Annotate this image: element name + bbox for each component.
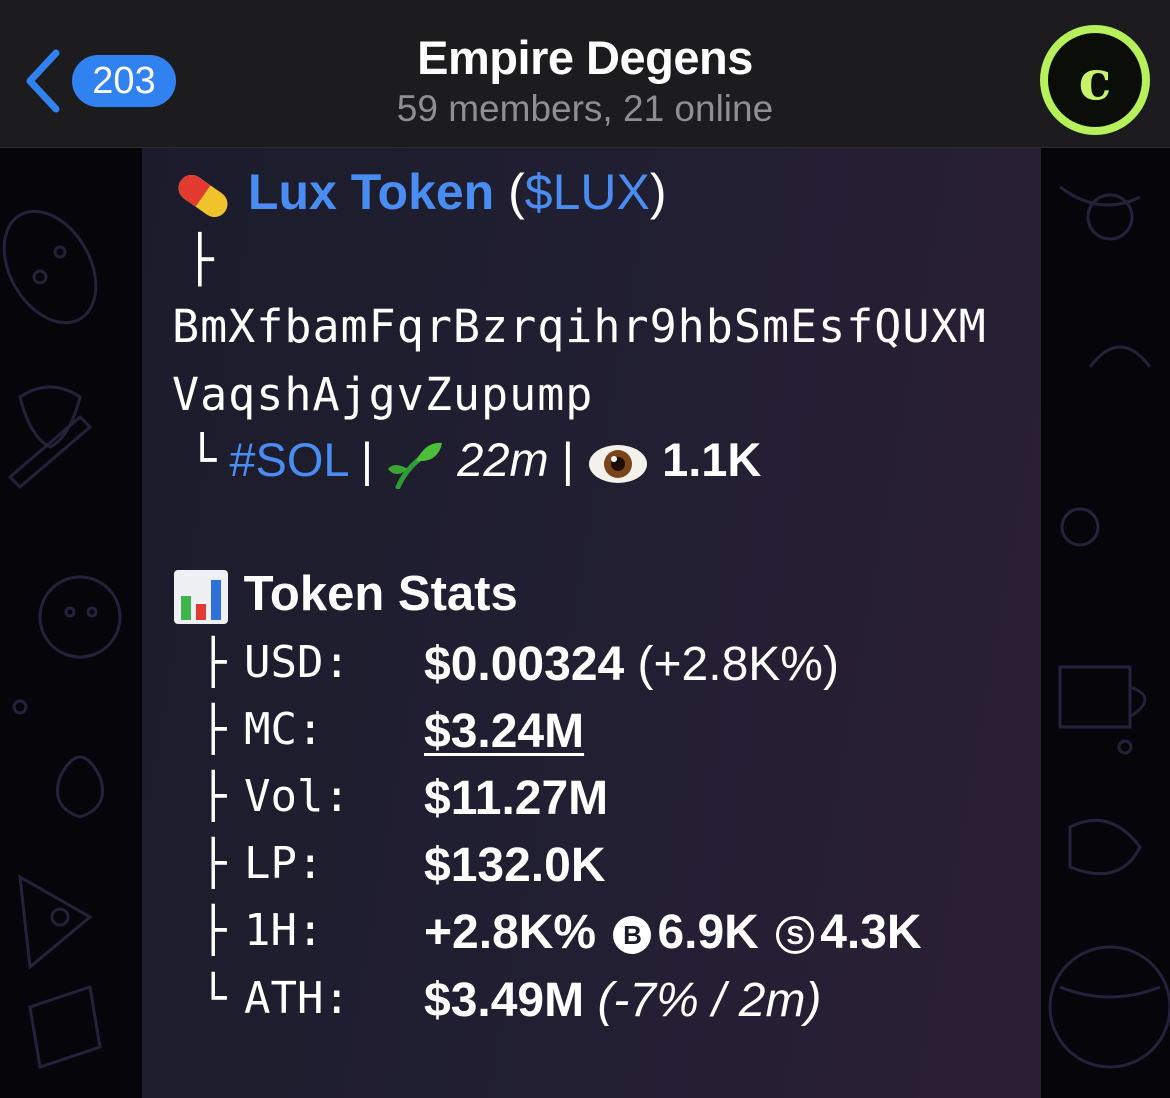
- separator: |: [360, 433, 374, 486]
- stat-row-mc: ├ MC: $3.24M: [200, 704, 584, 764]
- seedling-emoji-icon: [388, 442, 443, 489]
- stat-branch: └: [200, 973, 227, 1024]
- chat-avatar[interactable]: c: [1040, 25, 1150, 135]
- ath-value: $3.49M: [424, 974, 585, 1027]
- stat-label: 1H:: [244, 905, 324, 956]
- ticker-close-paren: ): [649, 164, 667, 220]
- stat-row-usd: ├ USD: $0.00324 (+2.8K%): [200, 637, 839, 697]
- token-stats-heading: Token Stats: [172, 566, 518, 626]
- one-hour-stats: +2.8K% B 6.9K S 4.3K: [424, 905, 922, 960]
- usd-change: (+2.8K%): [624, 638, 839, 691]
- stat-row-lp: ├ LP: $132.0K: [200, 838, 605, 898]
- tree-end: └: [188, 433, 217, 488]
- stat-label: MC:: [244, 704, 324, 755]
- market-cap-link[interactable]: $3.24M: [424, 704, 584, 759]
- ticker-open-paren: (: [508, 164, 525, 220]
- pill-emoji-icon: [178, 174, 228, 217]
- eye-emoji-icon: [589, 444, 647, 483]
- volume-value: $11.27M: [424, 772, 609, 825]
- stat-branch: ├: [200, 838, 227, 889]
- unread-count-badge: 203: [72, 55, 176, 107]
- stat-branch: ├: [200, 905, 227, 956]
- stats-title: Token Stats: [243, 567, 518, 621]
- buys-count: 6.9K: [657, 906, 759, 959]
- stat-branch: ├: [200, 771, 227, 822]
- stat-label: Vol:: [244, 771, 350, 822]
- stat-label: LP:: [244, 838, 324, 889]
- stat-row-1h: ├ 1H: +2.8K% B 6.9K S 4.3K: [200, 905, 922, 965]
- bar-chart-emoji-icon: [174, 570, 228, 625]
- stat-row-vol: ├ Vol: $11.27M: [200, 771, 608, 831]
- sells-count: 4.3K: [820, 906, 922, 959]
- token-title-line: Lux Token ($LUX): [172, 163, 667, 221]
- stat-label: ATH:: [244, 973, 350, 1024]
- ticker-link[interactable]: $LUX: [525, 164, 650, 220]
- chevron-left-icon: [26, 49, 60, 113]
- liquidity-value: $132.0K: [424, 839, 606, 892]
- token-meta-line: └ #SOL | 22m | 1.1K: [188, 432, 761, 489]
- chat-member-status: 59 members, 21 online: [396, 88, 774, 129]
- separator: |: [561, 433, 574, 486]
- stat-value: $0.00324 (+2.8K%): [424, 637, 839, 692]
- usd-price: $0.00324: [424, 638, 625, 691]
- back-button[interactable]: 203: [18, 45, 198, 117]
- contract-address-line1[interactable]: BmXfbamFqrBzrqihr9hbSmEsfQUXM: [172, 300, 987, 353]
- avatar-inner: c: [1048, 33, 1142, 127]
- contract-address-line2[interactable]: VaqshAjgvZupump: [172, 368, 593, 421]
- stat-label: USD:: [244, 637, 350, 688]
- ath-change: (-7% / 2m): [584, 974, 822, 1027]
- stat-branch: ├: [200, 637, 227, 688]
- ath-stats: $3.49M (-7% / 2m): [424, 973, 821, 1028]
- token-name-link[interactable]: Lux Token: [248, 164, 494, 220]
- avatar-letter: c: [1078, 48, 1112, 112]
- chain-hashtag-link[interactable]: #SOL: [229, 433, 347, 486]
- tree-branch: ├: [186, 232, 214, 286]
- stat-branch: ├: [200, 704, 227, 755]
- view-count: 1.1K: [662, 433, 762, 486]
- buys-icon: B: [613, 916, 652, 955]
- stat-row-ath: └ ATH: $3.49M (-7% / 2m): [200, 973, 821, 1033]
- sells-icon: S: [776, 916, 815, 955]
- chat-header: 203 Empire Degens 59 members, 21 online …: [0, 0, 1170, 148]
- token-age: 22m: [457, 433, 549, 486]
- chat-title[interactable]: Empire Degens: [300, 30, 870, 85]
- one-hour-change: +2.8K%: [424, 906, 597, 959]
